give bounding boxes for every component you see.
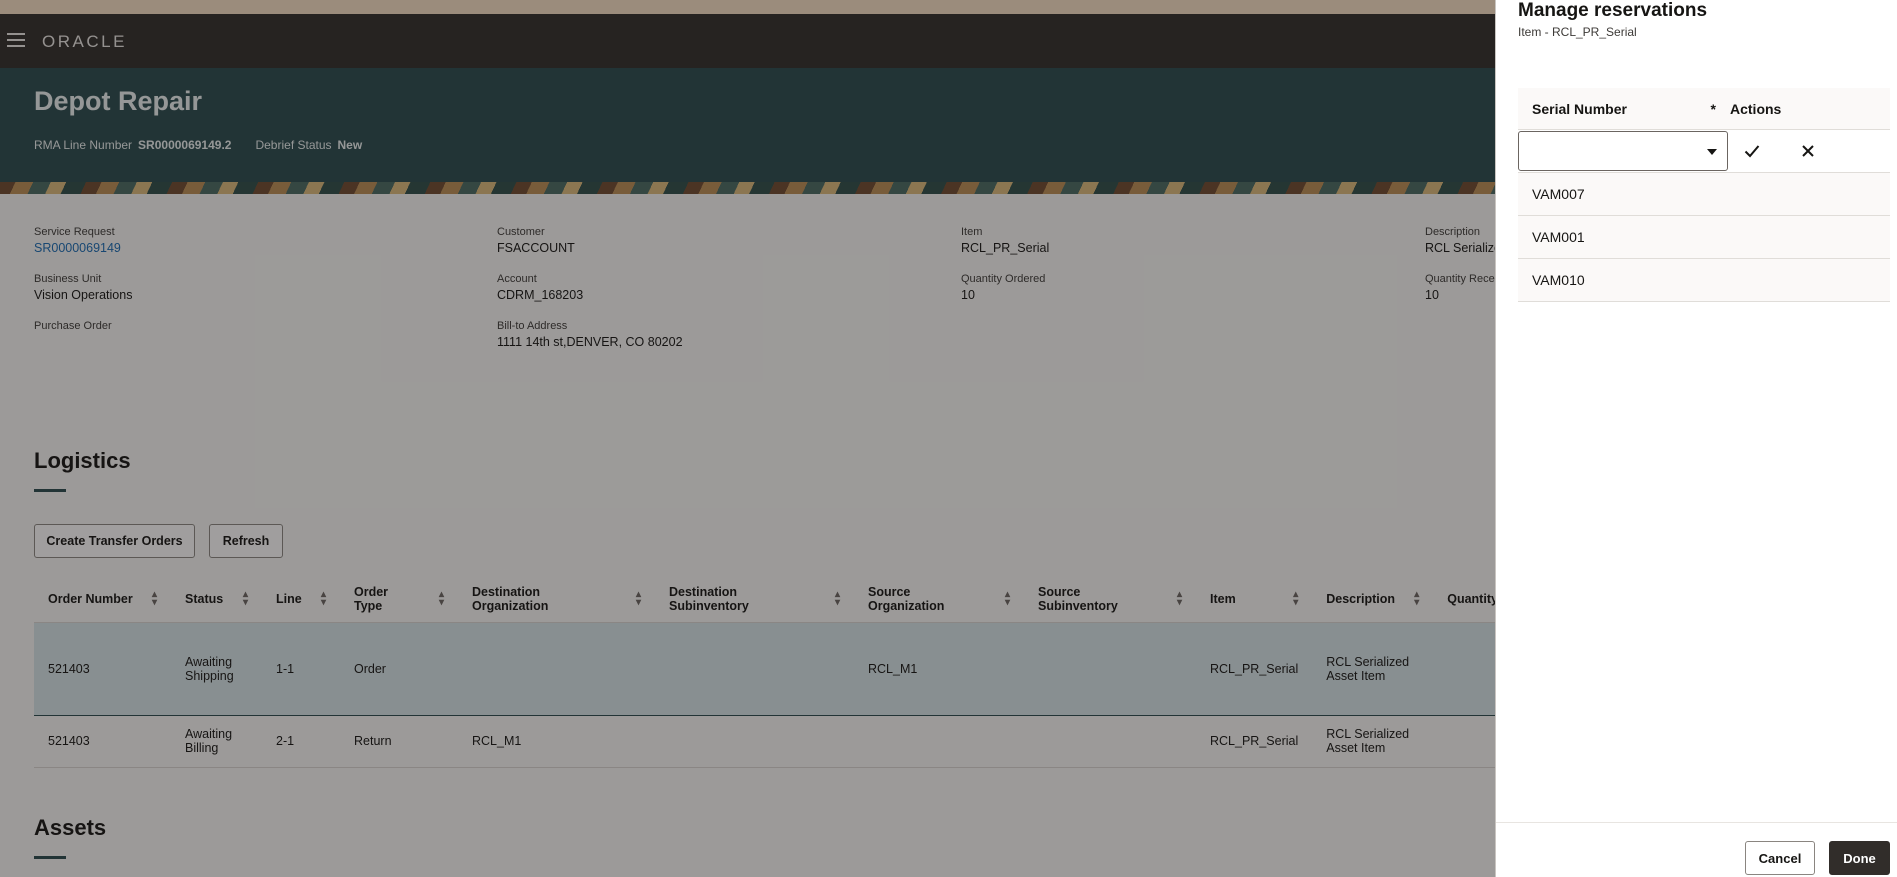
- col-actions: Actions: [1730, 100, 1782, 117]
- close-icon: [1802, 145, 1814, 157]
- caret-down-icon[interactable]: [1707, 149, 1717, 155]
- edit-row: [1518, 130, 1890, 173]
- manage-reservations-drawer: Manage reservations Item - RCL_PR_Serial…: [1495, 0, 1897, 877]
- cancel-button[interactable]: Cancel: [1745, 841, 1815, 875]
- list-item-serial[interactable]: VAM001: [1518, 216, 1890, 259]
- required-indicator: *: [1710, 100, 1716, 117]
- discard-button[interactable]: [1788, 133, 1828, 169]
- drawer-subtitle: Item - RCL_PR_Serial: [1518, 25, 1637, 39]
- done-button[interactable]: Done: [1829, 841, 1890, 875]
- drawer-title: Manage reservations: [1518, 0, 1708, 21]
- col-serial-number: Serial Number *: [1532, 100, 1716, 117]
- serial-number-select[interactable]: [1518, 131, 1728, 171]
- reservations-grid: Serial Number * Actions VAM007 VAM001 VA…: [1518, 88, 1890, 302]
- grid-header: Serial Number * Actions: [1518, 88, 1890, 130]
- drawer-footer: Cancel Done: [1496, 822, 1897, 877]
- modal-overlay[interactable]: [0, 0, 1495, 877]
- list-item-serial[interactable]: VAM007: [1518, 173, 1890, 216]
- list-item-serial[interactable]: VAM010: [1518, 259, 1890, 302]
- checkmark-icon: [1744, 145, 1760, 158]
- confirm-button[interactable]: [1732, 133, 1772, 169]
